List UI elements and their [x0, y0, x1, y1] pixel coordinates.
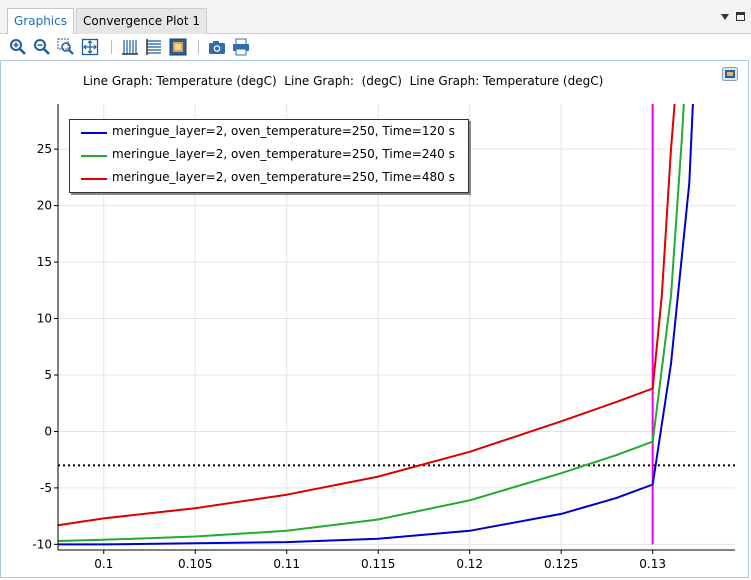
x-tick-label: 0.115: [361, 557, 395, 571]
x-tick-label: 0.13: [639, 557, 666, 571]
x-tick-label: 0.11: [273, 557, 300, 571]
line-chart: 0.1 0.105 0.11 0.115 0.12 0.125 0.13 -10 -5 0 5 10 1…: [32, 103, 735, 571]
legend-item: meringue_layer=2, oven_temperature=250, …: [70, 145, 468, 167]
x-tick-label: 0.125: [544, 557, 578, 571]
y-tick-label: 5: [44, 368, 52, 382]
legend-item: meringue_layer=2, oven_temperature=250, …: [70, 168, 468, 190]
x-tick-label: 0.105: [178, 557, 212, 571]
chart-legend[interactable]: meringue_layer=2, oven_temperature=250, …: [69, 119, 469, 193]
y-tick-label: 25: [37, 142, 52, 156]
x-tick-label: 0.1: [94, 557, 113, 571]
x-tick-label: 0.12: [456, 557, 483, 571]
legend-label: meringue_layer=2, oven_temperature=250, …: [112, 147, 455, 161]
y-tick-label: 10: [37, 312, 52, 326]
y-tick-label: 20: [37, 199, 52, 213]
legend-item: meringue_layer=2, oven_temperature=250, …: [70, 122, 468, 144]
legend-swatch: [81, 155, 107, 157]
y-tick-label: 0: [44, 424, 52, 438]
y-tick-label: -5: [40, 481, 52, 495]
y-tick-label: -10: [32, 537, 52, 551]
legend-label: meringue_layer=2, oven_temperature=250, …: [112, 124, 455, 138]
legend-swatch: [81, 178, 107, 180]
legend-label: meringue_layer=2, oven_temperature=250, …: [112, 170, 455, 184]
legend-swatch: [81, 132, 107, 134]
y-tick-label: 15: [37, 255, 52, 269]
